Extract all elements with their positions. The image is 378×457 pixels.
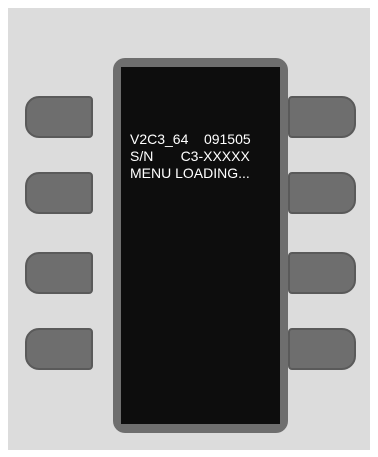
right-soft-key-4[interactable] bbox=[288, 328, 356, 370]
device-panel: V2C3_64 091505 S/N C3-XXXXX MENU LOADING… bbox=[8, 8, 370, 450]
lcd-screen: V2C3_64 091505 S/N C3-XXXXX MENU LOADING… bbox=[121, 67, 280, 424]
left-soft-key-3[interactable] bbox=[25, 252, 93, 294]
right-soft-key-3[interactable] bbox=[288, 252, 356, 294]
display-bezel: V2C3_64 091505 S/N C3-XXXXX MENU LOADING… bbox=[113, 58, 288, 433]
left-soft-key-2[interactable] bbox=[25, 172, 93, 214]
left-soft-key-4[interactable] bbox=[25, 328, 93, 370]
firmware-version-line: V2C3_64 091505 bbox=[130, 131, 251, 147]
right-soft-key-2[interactable] bbox=[288, 172, 356, 214]
serial-number-line: S/N C3-XXXXX bbox=[130, 148, 250, 164]
status-message-line: MENU LOADING... bbox=[130, 165, 250, 181]
right-soft-key-1[interactable] bbox=[288, 96, 356, 138]
left-soft-key-1[interactable] bbox=[25, 96, 93, 138]
